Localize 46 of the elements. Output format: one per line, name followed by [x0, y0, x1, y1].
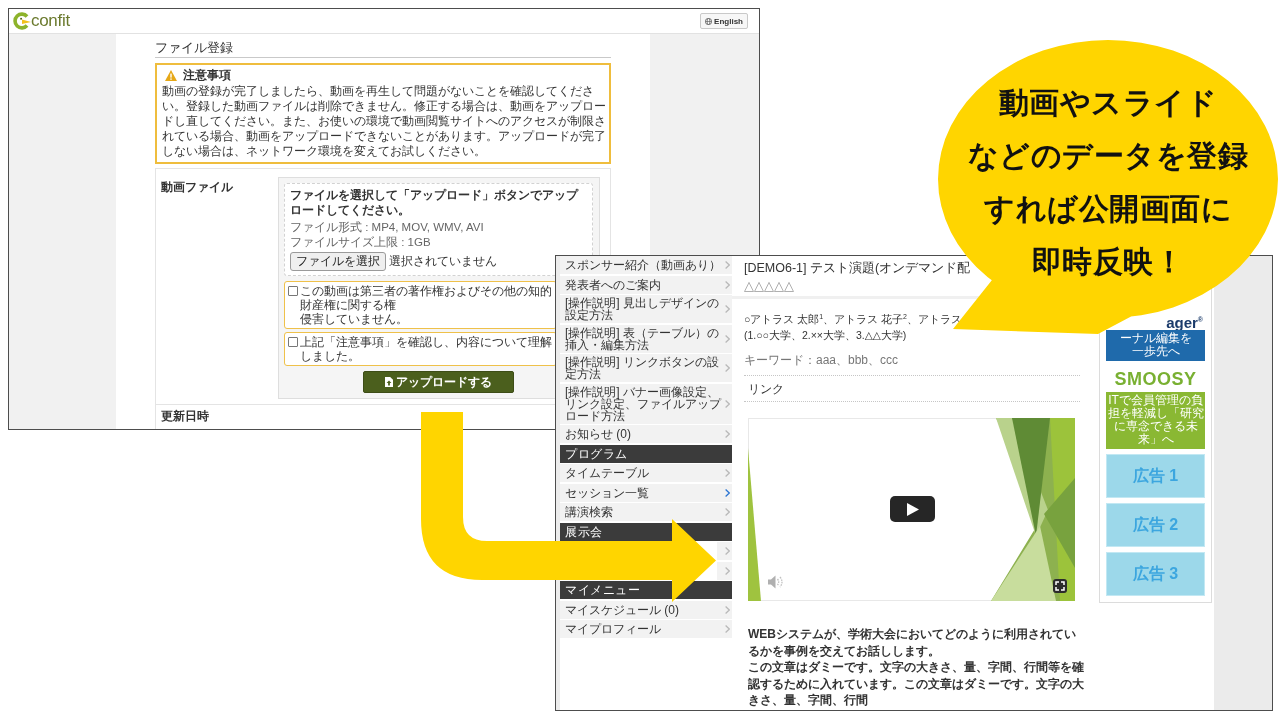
play-button[interactable]	[890, 496, 935, 522]
banner-caption[interactable]: ーナル編集を一歩先へ	[1106, 330, 1205, 361]
logo-text: confit	[31, 12, 70, 30]
sidebar-item[interactable]: [操作説明] 表（テーブル）の挿入・編集方法	[560, 324, 732, 353]
instruction-text: ファイルを選択して「アップロード」ボタンでアップロードしてください。	[290, 188, 580, 217]
play-icon	[906, 502, 919, 516]
agreement-text: この動画は第三者の著作権およびその他の知的財産権に関する権 侵害していません。	[300, 284, 553, 326]
file-info-text: ファイル形式 : MP4, MOV, WMV, AVI	[290, 220, 484, 235]
page-title: ファイル登録	[155, 40, 233, 55]
field-label: 動画ファイル	[161, 180, 233, 194]
file-info-text: ファイルサイズ上限 : 1GB	[290, 234, 431, 249]
notice-title: 注意事項	[183, 67, 231, 84]
sidebar-item[interactable]: セッション一覧	[560, 483, 732, 502]
file-icon	[385, 377, 393, 387]
sidebar-heading: 展示会	[560, 522, 732, 541]
checkbox[interactable]	[288, 286, 298, 296]
sidebar-item[interactable]: マイプロフィール	[560, 620, 732, 638]
logo-icon	[13, 12, 31, 30]
sidebar-item[interactable]: 講演検索	[560, 503, 732, 521]
sidebar-heading: マイメニュー	[560, 581, 732, 599]
section-label: 更新日時	[161, 409, 209, 423]
sidebar-item[interactable]: 発表者へのご案内	[560, 275, 732, 294]
checkbox[interactable]	[288, 337, 298, 347]
sidebar-item[interactable]: タイムテーブル	[560, 464, 732, 482]
title-continuation: △△△△△	[744, 277, 794, 294]
language-button[interactable]: English	[700, 13, 748, 29]
fullscreen-icon[interactable]	[1053, 579, 1067, 593]
links-heading: リンク	[748, 382, 784, 396]
keywords-text: キーワード：aaa、bbb、ccc	[744, 353, 899, 368]
body-text: この文章はダミーです。文字の大きさ、量、字間、行間等を確認するために入れています。この文章はダミーです。文字の大きさ、量、字間、行間	[748, 659, 1085, 709]
affiliation-list: (1.○○大学、2.××大学、3.△△大学)	[744, 327, 907, 343]
body-text: WEBシステムが、学術大会においてどのように利用されているかを事例を交えてお話しします。	[748, 626, 1077, 659]
upload-button[interactable]: アップロードする	[363, 371, 514, 393]
globe-icon	[705, 17, 713, 25]
sidebar-item[interactable]: マイスケジュール (0)	[560, 600, 732, 619]
sidebar-heading: プログラム	[560, 444, 732, 463]
warning-icon	[165, 70, 177, 81]
sidebar-item[interactable]: [操作説明] リンクボタンの設定方法	[560, 354, 732, 382]
sidebar-item[interactable]: お知らせ (0)	[560, 425, 732, 443]
sidebar-item[interactable]: [操作説明] バナー画像設定、リンク設定、ファイルアップロード方法	[560, 383, 732, 424]
agreement-text: 上記「注意事項」を確認し、内容について理解しました。	[300, 335, 553, 363]
sidebar-item[interactable]: [操作説明] 見出しデザインの設定方法	[560, 295, 732, 323]
choose-file-button[interactable]: ファイルを選択	[290, 252, 386, 271]
file-status-text: 選択されていません	[389, 255, 497, 268]
notice-text: 動画の登録が完了しましたら、動画を再生して問題がないことを確認してください。登録した動画ファイルは削除できません。修正する場合は、動画をアップロードし直してください。また、お使いの環境で動画閲覧サイトへのアクセスが制限されている場合、動画をアップロードできないことがあります。アップロードが完了しない場合は、ネットワーク環境を変えてお試しください。	[162, 84, 606, 159]
sidebar-item[interactable]: スポンサー紹介（動画あり）	[560, 256, 732, 274]
